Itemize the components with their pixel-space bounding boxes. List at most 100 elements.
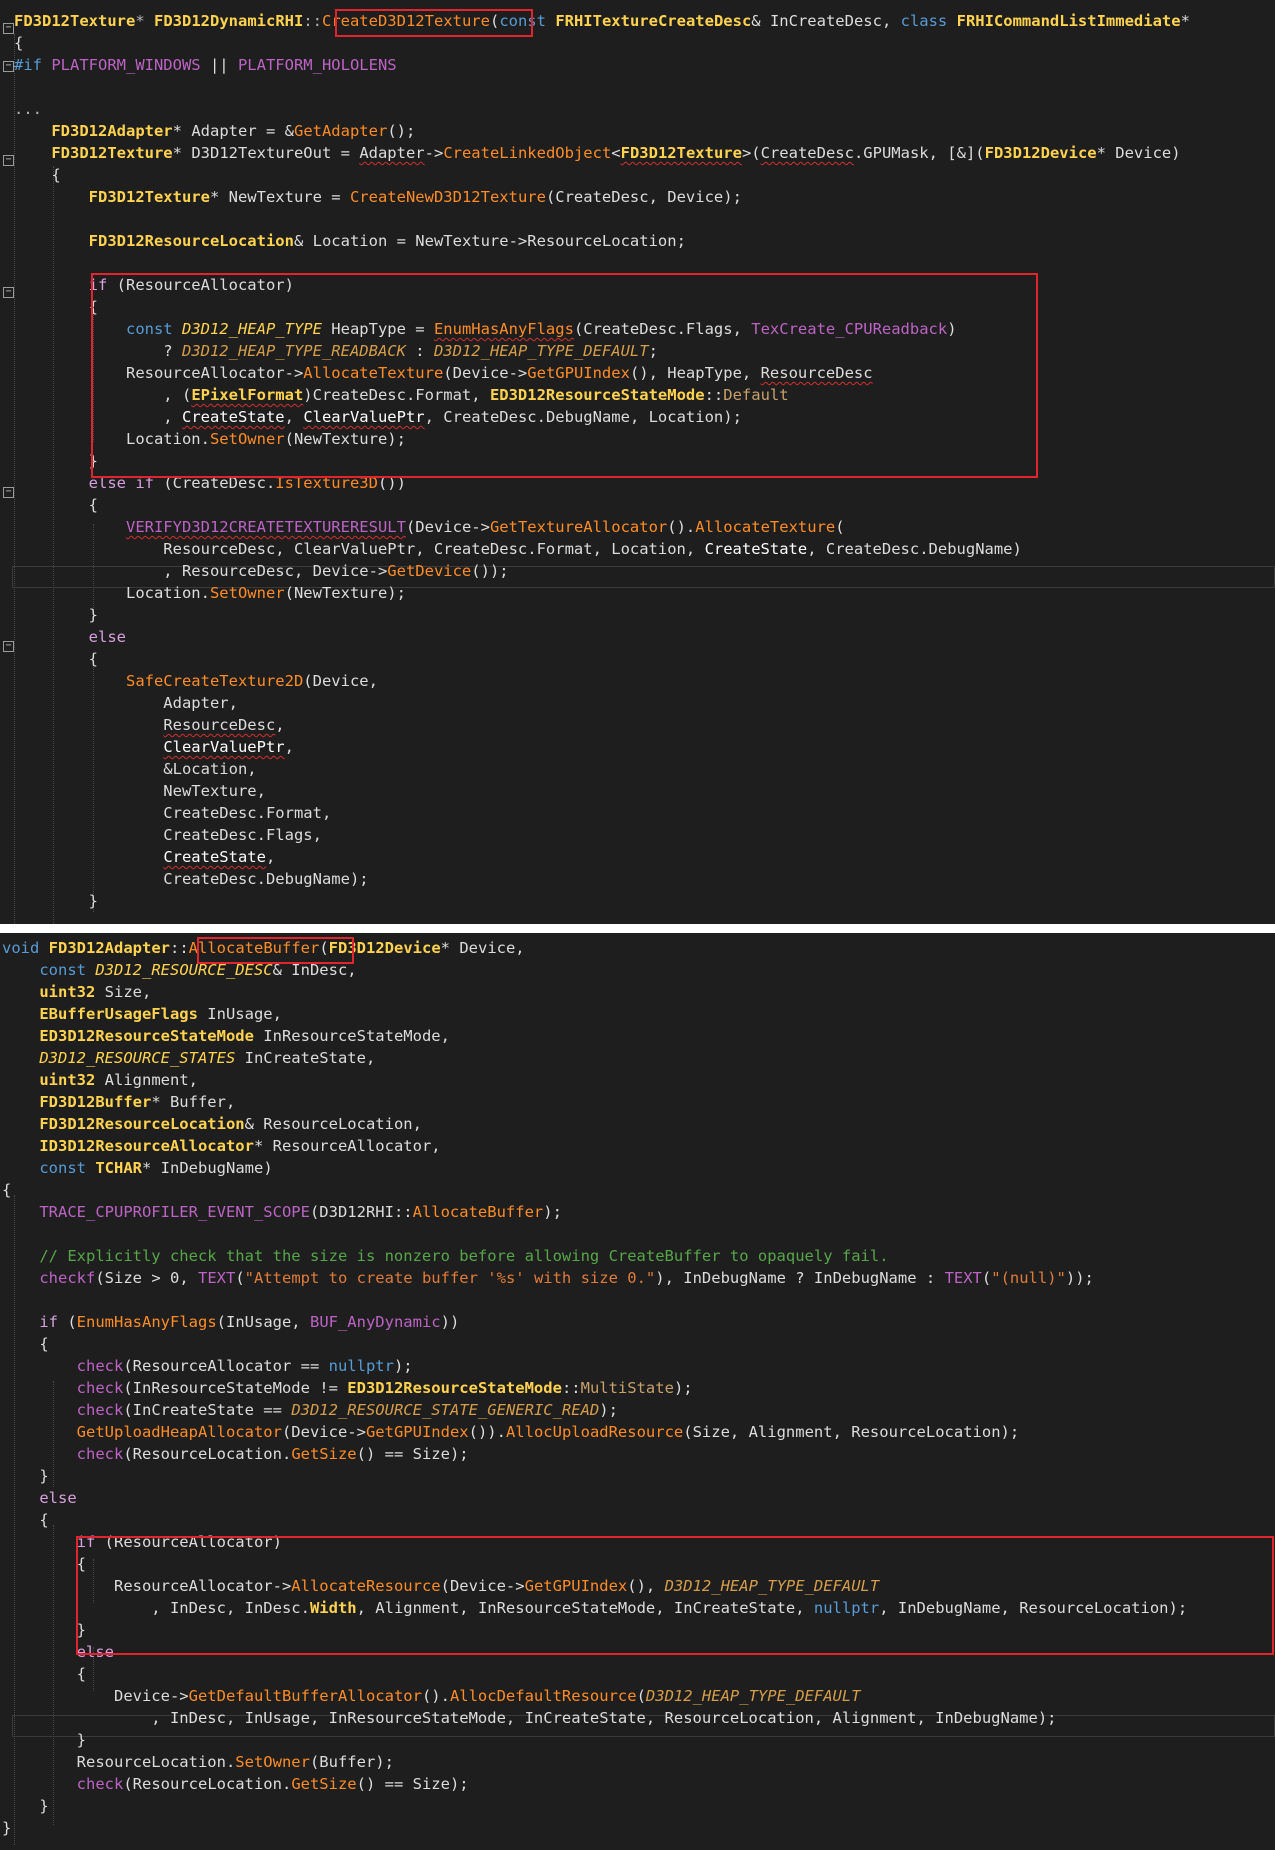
code-line[interactable]: , InDesc, InDesc.Width, Alignment, InRes… (2, 1597, 1187, 1619)
code-line[interactable]: else (14, 626, 126, 648)
fold-collapse-icon[interactable]: − (3, 287, 14, 298)
code-token: (ResourceAllocator) (116, 276, 294, 294)
code-token: uint32 (39, 983, 96, 1001)
code-line[interactable]: FD3D12Texture* FD3D12DynamicRHI::CreateD… (14, 10, 1190, 32)
code-line[interactable]: check(ResourceAllocator == nullptr); (2, 1355, 413, 1377)
code-line[interactable]: { (14, 494, 98, 516)
code-line[interactable]: Location.SetOwner(NewTexture); (14, 582, 406, 604)
code-line[interactable]: else (2, 1641, 114, 1663)
code-line[interactable]: uint32 Size, (2, 981, 151, 1003)
code-line[interactable]: { (14, 296, 98, 318)
code-token: :: (704, 386, 724, 404)
code-line[interactable]: check(InCreateState == D3D12_RESOURCE_ST… (2, 1399, 618, 1421)
code-line[interactable]: ResourceAllocator->AllocateTexture(Devic… (14, 362, 873, 384)
code-line[interactable]: { (2, 1179, 11, 1201)
code-line[interactable]: else (2, 1487, 76, 1509)
code-line[interactable]: } (2, 1729, 86, 1751)
code-line[interactable]: CreateState, (14, 846, 275, 868)
code-line[interactable]: ClearValuePtr, (14, 736, 294, 758)
code-editor-panel-bottom[interactable]: void FD3D12Adapter::AllocateBuffer(FD3D1… (0, 933, 1275, 1850)
code-line[interactable]: NewTexture, (14, 780, 266, 802)
code-line[interactable]: FD3D12ResourceLocation& ResourceLocation… (2, 1113, 422, 1135)
code-line[interactable]: &Location, (14, 758, 256, 780)
code-line[interactable]: check(ResourceLocation.GetSize() == Size… (2, 1443, 469, 1465)
fold-collapse-icon[interactable]: − (3, 61, 14, 72)
code-line[interactable]: { (2, 1509, 48, 1531)
code-line[interactable]: ResourceDesc, ClearValuePtr, CreateDesc.… (14, 538, 1022, 560)
code-line[interactable]: FD3D12Texture* D3D12TextureOut = Adapter… (14, 142, 1180, 164)
code-line[interactable]: , InDesc, InUsage, InResourceStateMode, … (2, 1707, 1056, 1729)
code-line[interactable]: ResourceDesc, (14, 714, 284, 736)
code-line[interactable]: , (EPixelFormat)CreateDesc.Format, ED3D1… (14, 384, 788, 406)
code-line[interactable]: } (14, 604, 98, 626)
code-line[interactable]: #if PLATFORM_WINDOWS || PLATFORM_HOLOLEN… (14, 54, 397, 76)
code-line[interactable]: ResourceLocation.SetOwner(Buffer); (2, 1751, 394, 1773)
code-line[interactable]: } (2, 1465, 48, 1487)
code-token: nullptr (813, 1599, 880, 1617)
code-line[interactable]: } (14, 890, 98, 912)
code-editor-panel-top[interactable]: − − − − − − FD3D12Texture* FD3D12Dynamic… (0, 0, 1275, 924)
code-line[interactable]: } (14, 450, 98, 472)
code-line[interactable]: , CreateState, ClearValuePtr, CreateDesc… (14, 406, 742, 428)
code-line[interactable]: { (14, 164, 60, 186)
code-line[interactable]: EBufferUsageFlags InUsage, (2, 1003, 282, 1025)
fold-collapse-icon[interactable]: − (3, 487, 14, 498)
code-line[interactable]: check(InResourceStateMode != ED3D12Resou… (2, 1377, 693, 1399)
code-line[interactable]: ... (14, 98, 42, 120)
code-line[interactable]: FD3D12Buffer* Buffer, (2, 1091, 235, 1113)
code-line[interactable]: if (ResourceAllocator) (2, 1531, 282, 1553)
code-line[interactable]: ID3D12ResourceAllocator* ResourceAllocat… (2, 1135, 440, 1157)
code-line[interactable]: { (14, 648, 98, 670)
code-token: (Size, Alignment, ResourceLocation); (683, 1423, 1020, 1441)
code-line[interactable]: FD3D12Adapter* Adapter = &GetAdapter(); (14, 120, 415, 142)
code-line[interactable]: } (2, 1619, 86, 1641)
code-line[interactable]: , ResourceDesc, Device->GetDevice()); (14, 560, 508, 582)
code-line[interactable]: { (2, 1333, 48, 1355)
code-line[interactable]: { (2, 1553, 86, 1575)
code-line[interactable]: D3D12_RESOURCE_STATES InCreateState, (2, 1047, 375, 1069)
code-token: (). (421, 1687, 450, 1705)
code-line[interactable]: ED3D12ResourceStateMode InResourceStateM… (2, 1025, 450, 1047)
code-line[interactable]: if (ResourceAllocator) (14, 274, 294, 296)
code-line[interactable]: SafeCreateTexture2D(Device, (14, 670, 378, 692)
fold-collapse-icon[interactable]: − (3, 23, 14, 34)
code-token: (ResourceLocation. (123, 1775, 292, 1793)
code-line[interactable]: uint32 Alignment, (2, 1069, 198, 1091)
code-line[interactable]: VERIFYD3D12CREATETEXTURERESULT(Device->G… (14, 516, 845, 538)
code-line[interactable]: ? D3D12_HEAP_TYPE_READBACK : D3D12_HEAP_… (14, 340, 658, 362)
code-line[interactable]: // Explicitly check that the size is non… (2, 1245, 888, 1267)
code-token: if (76, 1533, 105, 1551)
code-line[interactable]: else if (CreateDesc.IsTexture3D()) (14, 472, 406, 494)
code-token: (CreateDesc.Flags, (573, 320, 752, 338)
code-line[interactable]: ResourceAllocator->AllocateResource(Devi… (2, 1575, 879, 1597)
code-line[interactable]: FD3D12Texture* NewTexture = CreateNewD3D… (14, 186, 742, 208)
code-line[interactable]: CreateDesc.Format, (14, 802, 331, 824)
code-line[interactable]: check(ResourceLocation.GetSize() == Size… (2, 1773, 469, 1795)
code-line[interactable]: const D3D12_HEAP_TYPE HeapType = EnumHas… (14, 318, 957, 340)
fold-collapse-icon[interactable]: − (3, 641, 14, 652)
code-line[interactable]: Adapter, (14, 692, 238, 714)
fold-collapse-icon[interactable]: − (3, 155, 14, 166)
code-token: Adapter (359, 144, 425, 162)
code-line[interactable]: const TCHAR* InDebugName) (2, 1157, 272, 1179)
code-line[interactable]: checkf(Size > 0, TEXT("Attempt to create… (2, 1267, 1094, 1289)
code-token: ED3D12ResourceStateMode (39, 1027, 254, 1045)
code-line[interactable]: TRACE_CPUPROFILER_EVENT_SCOPE(D3D12RHI::… (2, 1201, 562, 1223)
code-line[interactable]: GetUploadHeapAllocator(Device->GetGPUInd… (2, 1421, 1020, 1443)
code-line[interactable]: { (14, 32, 23, 54)
code-token: * NewTexture = (209, 188, 350, 206)
code-line[interactable]: { (2, 1663, 86, 1685)
code-line[interactable]: void FD3D12Adapter::AllocateBuffer(FD3D1… (2, 937, 525, 959)
code-line[interactable]: } (2, 1817, 11, 1839)
code-token: ID3D12ResourceAllocator (39, 1137, 254, 1155)
code-line[interactable]: Device->GetDefaultBufferAllocator().Allo… (2, 1685, 861, 1707)
code-line[interactable]: } (2, 1795, 48, 1817)
code-token: (NewTexture); (284, 430, 406, 448)
code-line[interactable]: CreateDesc.DebugName); (14, 868, 368, 890)
code-line[interactable]: CreateDesc.Flags, (14, 824, 322, 846)
code-line[interactable]: const D3D12_RESOURCE_DESC& InDesc, (2, 959, 356, 981)
code-line[interactable]: if (EnumHasAnyFlags(InUsage, BUF_AnyDyna… (2, 1311, 459, 1333)
code-line[interactable]: Location.SetOwner(NewTexture); (14, 428, 406, 450)
code-line[interactable]: FD3D12ResourceLocation& Location = NewTe… (14, 230, 686, 252)
